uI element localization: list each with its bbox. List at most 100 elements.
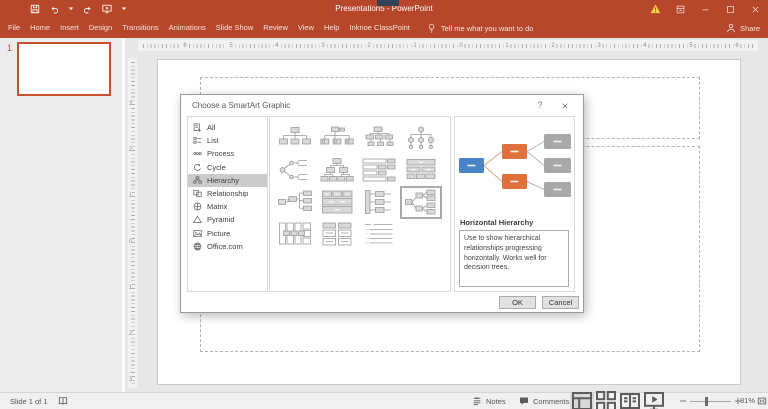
- close-icon[interactable]: [743, 0, 768, 18]
- undo-dropdown-icon[interactable]: [68, 7, 74, 11]
- ribbon-tab[interactable]: Home: [25, 18, 55, 38]
- category-icon: [193, 163, 202, 172]
- cancel-button[interactable]: Cancel: [542, 296, 579, 309]
- start-slideshow-icon[interactable]: [102, 4, 112, 14]
- smartart-layout-thumbnail-hierarchy-list[interactable]: [318, 220, 356, 249]
- smartart-layout-thumbnail-vertical-labeled-hierarchy[interactable]: [360, 188, 398, 217]
- save-icon[interactable]: [30, 4, 40, 14]
- smartart-dialog: Choose a SmartArt Graphic ? All List Pro…: [180, 94, 584, 313]
- ruler-number: 4: [641, 42, 649, 50]
- view-buttons: [570, 391, 666, 409]
- undo-icon[interactable]: [49, 4, 59, 14]
- ruler-number: 2: [365, 42, 373, 50]
- share-button[interactable]: Share: [726, 23, 760, 33]
- customize-qat-icon[interactable]: [121, 7, 127, 11]
- ruler-number: 5: [687, 42, 695, 50]
- ruler-number: 0: [457, 42, 465, 50]
- slide-sorter-view-icon[interactable]: [594, 391, 618, 409]
- ok-button[interactable]: OK: [499, 296, 536, 309]
- smartart-category[interactable]: Relationship: [188, 187, 267, 200]
- smartart-category[interactable]: Office.com: [188, 240, 267, 253]
- layout-thumbnail-graphic: [362, 157, 396, 183]
- warning-icon[interactable]: [643, 0, 668, 18]
- smartart-category[interactable]: Hierarchy: [188, 173, 267, 187]
- smartart-layout-thumbnail-circle-picture-hierarchy[interactable]: [402, 124, 440, 153]
- tell-me-box[interactable]: Tell me what you want to do: [427, 23, 533, 34]
- notes-button[interactable]: Notes: [472, 393, 506, 409]
- powerpoint-window: Presentation5 - PowerPoint File Home Inser…: [0, 0, 768, 409]
- smartart-layout-gallery: [269, 116, 451, 292]
- ruler-number: 4: [273, 42, 281, 50]
- smartart-layout-thumbnail-half-circle-organization-chart[interactable]: [360, 124, 398, 153]
- smartart-category[interactable]: Pyramid: [188, 213, 267, 226]
- share-person-icon: [726, 23, 736, 33]
- category-icon: [193, 202, 202, 211]
- minimize-icon[interactable]: [693, 0, 718, 18]
- slide-thumbnail[interactable]: [17, 42, 111, 96]
- horizontal-ruler: 6 5 4 3 2 1 0 1 2 3 4 5 6: [138, 40, 758, 51]
- notes-icon: [472, 396, 482, 406]
- ruler-number: 3: [129, 100, 133, 108]
- smartart-layout-thumbnail-block-hierarchy[interactable]: [318, 188, 356, 217]
- ribbon-tab[interactable]: Slide Show: [211, 18, 259, 38]
- smartart-category[interactable]: Matrix: [188, 200, 267, 213]
- ruler-number: 2: [549, 42, 557, 50]
- fit-slide-to-window-icon[interactable]: [757, 393, 767, 409]
- zoom-slider-track[interactable]: [690, 401, 731, 402]
- category-icon: [193, 242, 202, 251]
- comments-label: Comments: [533, 396, 570, 406]
- smartart-layout-thumbnail-name-and-title-organization-chart[interactable]: [318, 124, 356, 153]
- category-label: Relationship: [207, 189, 249, 199]
- ruler-number: 3: [319, 42, 327, 50]
- category-label: Pyramid: [207, 215, 235, 225]
- ribbon-tab[interactable]: Review: [258, 18, 293, 38]
- layout-thumbnail-graphic: [362, 125, 396, 151]
- ruler-number: 1: [503, 42, 511, 50]
- smartart-layout-thumbnail-architecture-layout[interactable]: [276, 220, 314, 249]
- category-label: Matrix: [207, 202, 228, 212]
- comments-button[interactable]: Comments: [519, 393, 569, 409]
- smartart-layout-thumbnail-horizontal-organization-chart[interactable]: [276, 188, 314, 217]
- smartart-layout-thumbnail-table-hierarchy[interactable]: [402, 156, 440, 185]
- spellcheck-icon[interactable]: [58, 396, 68, 406]
- zoom-slider-thumb[interactable]: [705, 397, 708, 406]
- smartart-layout-thumbnail-lined-list[interactable]: [360, 220, 398, 249]
- slide-thumbnail-panel: 1: [0, 38, 122, 392]
- category-label: Cycle: [207, 162, 226, 172]
- smartart-layout-thumbnail-organization-chart[interactable]: [276, 124, 314, 153]
- smartart-category[interactable]: All: [188, 121, 267, 134]
- ribbon-tab[interactable]: Insert: [55, 18, 84, 38]
- ruler-number: 5: [227, 42, 235, 50]
- smartart-layout-thumbnail-horizontal-hierarchy[interactable]: [400, 185, 442, 219]
- smartart-category[interactable]: Process: [188, 147, 267, 160]
- maximize-icon[interactable]: [718, 0, 743, 18]
- ribbon-tab[interactable]: Inknoe ClassPoint: [344, 18, 414, 38]
- ribbon-tab[interactable]: Transitions: [117, 18, 163, 38]
- smartart-layout-thumbnail-hierarchy[interactable]: [318, 156, 356, 185]
- dialog-close-icon[interactable]: [555, 95, 575, 116]
- smartart-layout-thumbnail-horizontal-multi-level-hierarchy[interactable]: [276, 156, 314, 185]
- zoom-out-icon[interactable]: [679, 393, 687, 409]
- smartart-preview-graphic: [458, 127, 573, 207]
- smartart-category[interactable]: Picture: [188, 227, 267, 240]
- category-icon: [193, 189, 202, 198]
- category-label: Hierarchy: [207, 175, 240, 185]
- normal-view-icon[interactable]: [570, 392, 594, 409]
- ribbon-tab[interactable]: File: [3, 18, 25, 38]
- layout-thumbnail-graphic: [278, 221, 312, 247]
- ribbon-tab[interactable]: Help: [319, 18, 344, 38]
- redo-icon[interactable]: [83, 4, 93, 14]
- reading-view-icon[interactable]: [618, 393, 642, 409]
- layout-thumbnail-graphic: [404, 125, 438, 151]
- dialog-help-button[interactable]: ?: [531, 95, 549, 116]
- category-icon: [193, 149, 202, 158]
- ribbon-tab[interactable]: Design: [84, 18, 117, 38]
- zoom-level[interactable]: 81%: [740, 393, 755, 409]
- ribbon-tab[interactable]: Animations: [164, 18, 211, 38]
- ribbon-tab[interactable]: View: [293, 18, 319, 38]
- smartart-category[interactable]: Cycle: [188, 161, 267, 174]
- slideshow-view-icon[interactable]: [642, 392, 666, 409]
- smartart-layout-thumbnail-labeled-hierarchy[interactable]: [360, 156, 398, 185]
- ribbon-display-options-icon[interactable]: [668, 0, 693, 18]
- smartart-category[interactable]: List: [188, 134, 267, 147]
